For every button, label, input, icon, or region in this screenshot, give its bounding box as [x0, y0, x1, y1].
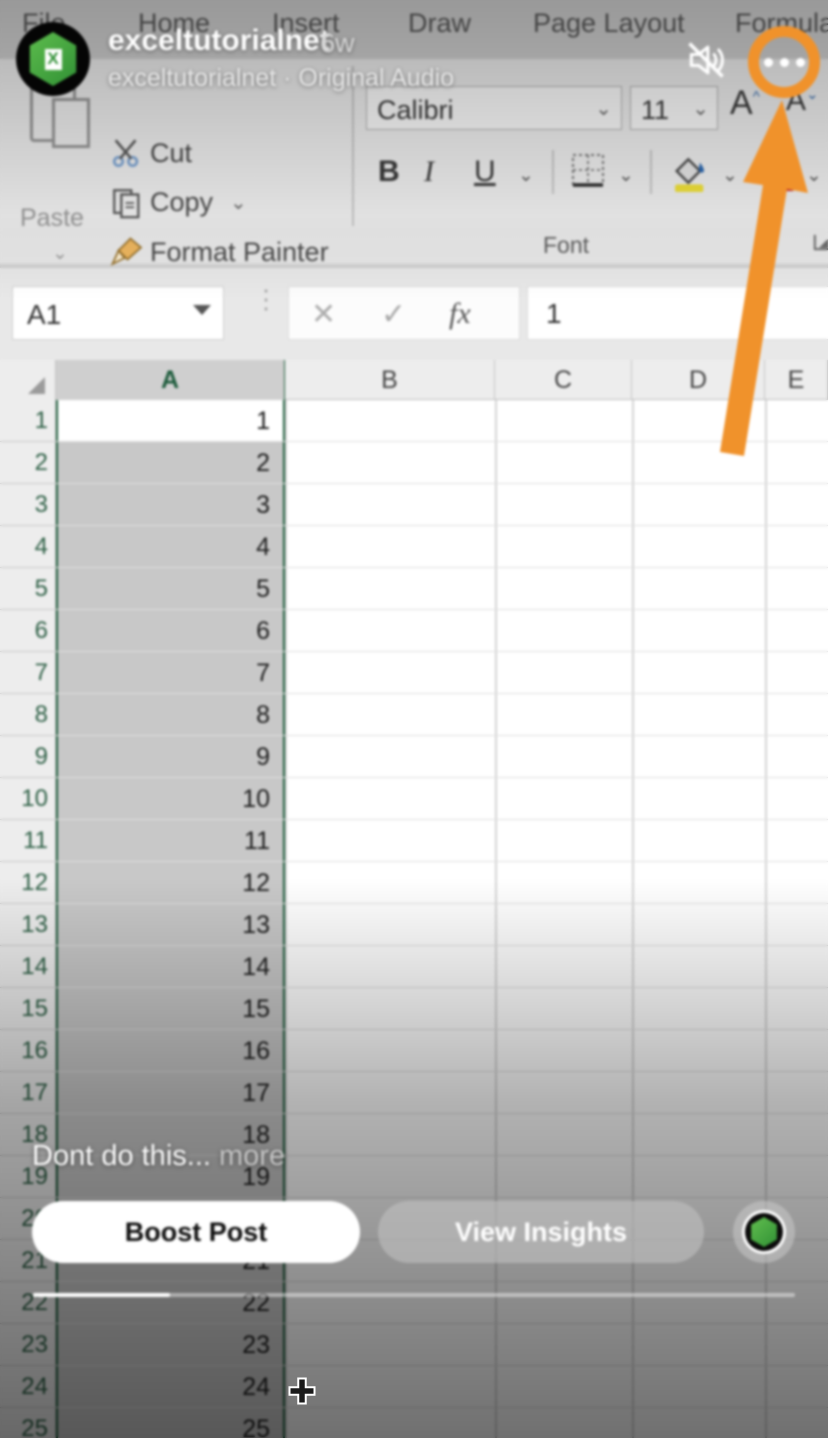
caption-more-link[interactable]: more — [219, 1140, 285, 1172]
story-header: X exceltutorialnet 6w exceltutorialnet ·… — [0, 8, 828, 100]
story-thumbnail-avatar[interactable] — [733, 1201, 795, 1263]
excel-hexagon-avatar[interactable]: X — [16, 22, 90, 96]
story-timestamp: 6w — [320, 28, 355, 58]
caption-text: Dont do this... — [32, 1140, 211, 1172]
instagram-story-overlay: X exceltutorialnet 6w exceltutorialnet ·… — [0, 0, 828, 1438]
view-insights-button[interactable]: View Insights — [378, 1201, 704, 1263]
story-action-bar: 215 likes 1 comment — [0, 1325, 828, 1438]
speaker-muted-icon[interactable] — [684, 38, 728, 82]
more-options-icon[interactable] — [748, 26, 820, 98]
story-username[interactable]: exceltutorialnet — [108, 24, 330, 58]
orange-arrow-annotation — [660, 60, 828, 460]
fill-handle-plus-cursor — [287, 1376, 317, 1406]
story-screen: File Home Insert Draw Page Layout Formul… — [0, 0, 828, 1438]
story-caption[interactable]: Dont do this... more — [32, 1140, 632, 1173]
boost-post-button[interactable]: Boost Post — [32, 1201, 360, 1263]
story-progress-track[interactable] — [33, 1293, 795, 1297]
story-audio-label[interactable]: exceltutorialnet · Original Audio — [108, 64, 454, 93]
story-progress-fill — [33, 1293, 171, 1297]
